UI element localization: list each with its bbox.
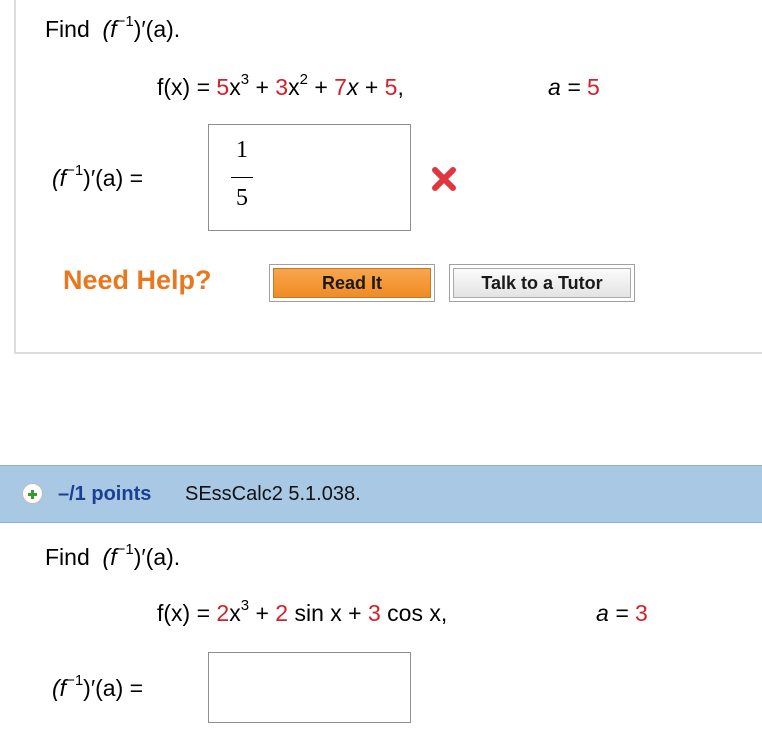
- q2-fx-cos: cos x,: [387, 600, 448, 626]
- q2-answer-input[interactable]: [208, 652, 411, 723]
- q2-a-number: 3: [635, 600, 648, 626]
- q2-prompt: Find (f−1)′(a).: [45, 541, 181, 571]
- q2-answer-label-pre: (f: [52, 675, 67, 701]
- q2-fx-c2: 2: [275, 600, 289, 626]
- q2-fx-c3: 3: [367, 600, 381, 626]
- question-2-header: –/1 points SEssCalc2 5.1.038.: [0, 465, 762, 523]
- q1-fx-c3: 7: [334, 74, 347, 100]
- q2-problem-code: SEssCalc2 5.1.038.: [185, 483, 361, 505]
- q2-prompt-tail: )′(a).: [133, 544, 181, 570]
- expand-plus-icon[interactable]: [22, 483, 43, 504]
- q1-answer-label-pre: (f: [52, 165, 67, 191]
- q1-fx-c1: 5: [216, 74, 230, 100]
- q2-points: –/1 points: [58, 483, 152, 505]
- q1-fx-c4: 5: [384, 74, 398, 100]
- q2-fx-plus2: +: [348, 600, 362, 626]
- read-it-label: Read It: [273, 268, 431, 298]
- q2-a-label: a =: [596, 600, 629, 626]
- q1-fx-comma: ,: [397, 74, 404, 100]
- q2-prompt-expr: (f: [102, 544, 117, 570]
- q1-prompt-tail: )′(a).: [133, 16, 181, 42]
- q2-prompt-sup: −1: [116, 541, 134, 558]
- q2-fx-sup3: 3: [240, 597, 250, 614]
- q1-prompt-sup: −1: [116, 13, 134, 30]
- q2-fx-lhs: f(x) =: [157, 600, 211, 626]
- q2-answer-label-post: )′(a) =: [83, 675, 144, 701]
- q1-fx-x2: x: [288, 74, 300, 100]
- q1-prompt-find: Find: [45, 16, 90, 42]
- talk-to-tutor-label: Talk to a Tutor: [453, 268, 631, 298]
- q2-function: f(x) = 2x3 + 2 sin x + 3 cos x,: [157, 597, 448, 627]
- q1-fx-plus1: +: [255, 74, 269, 100]
- q2-fx-c1: 2: [216, 600, 230, 626]
- q1-fraction-bar: [231, 177, 253, 178]
- q2-answer-label: (f−1)′(a) =: [52, 672, 144, 702]
- q1-function: f(x) = 5x3 + 3x2 + 7x + 5,: [157, 71, 404, 101]
- q1-prompt-expr: (f: [102, 16, 117, 42]
- q2-fx-sin: sin x: [294, 600, 342, 626]
- q1-fx-sup3: 3: [240, 71, 250, 88]
- q1-answer-box[interactable]: 1 5: [208, 124, 411, 231]
- q1-a-label: a =: [548, 74, 581, 100]
- q1-fx-x: x: [346, 74, 359, 100]
- q1-answer-denominator: 5: [236, 185, 248, 211]
- q1-prompt: Find (f−1)′(a).: [45, 13, 181, 43]
- q2-a-value: a = 3: [596, 600, 648, 627]
- read-it-button[interactable]: Read It: [269, 264, 435, 302]
- q1-fx-c2: 3: [275, 74, 289, 100]
- q1-answer-label: (f−1)′(a) =: [52, 162, 144, 192]
- q1-fx-lhs: f(x) =: [157, 74, 211, 100]
- talk-to-tutor-button[interactable]: Talk to a Tutor: [449, 264, 635, 302]
- q1-a-value: a = 5: [548, 74, 600, 101]
- q1-fx-x3: x: [229, 74, 241, 100]
- q1-answer-numerator: 1: [236, 137, 248, 163]
- q2-prompt-find: Find: [45, 544, 90, 570]
- q2-fx-plus1: +: [255, 600, 269, 626]
- q2-fx-x3: x: [229, 600, 241, 626]
- q1-fx-plus2: +: [314, 74, 328, 100]
- q1-a-number: 5: [587, 74, 600, 100]
- q2-answer-label-sup: −1: [66, 672, 84, 689]
- q1-fx-plus3: +: [364, 74, 379, 100]
- q1-answer-label-post: )′(a) =: [83, 165, 144, 191]
- need-help-label: Need Help?: [63, 265, 212, 295]
- q1-answer-label-sup: −1: [66, 162, 84, 179]
- q1-fx-sup2: 2: [299, 71, 308, 88]
- x-icon: [432, 167, 456, 191]
